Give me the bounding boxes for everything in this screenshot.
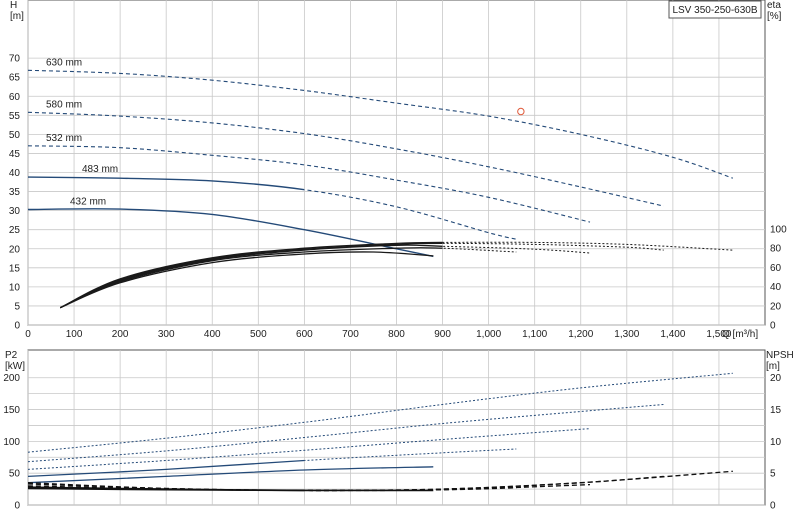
x-tick-label: 1,400 [660,329,685,340]
x-tick-label: 0 [25,329,31,340]
npsh-tick-label: 5 [770,469,776,480]
chart-title: LSV 350-250-630B [672,5,757,16]
eta-tick-label: 60 [770,263,782,274]
x-tick-label: 100 [66,329,83,340]
head-axis-title: [m] [10,11,24,22]
eta-tick-label: 20 [770,301,782,312]
npsh-axis-title: NPSH [766,350,794,361]
x-tick-label: 500 [250,329,267,340]
npsh-tick-label: 10 [770,437,782,448]
duty-point-marker [517,107,525,116]
x-tick-label: 800 [388,329,405,340]
x-tick-label: 700 [342,329,359,340]
head-tick-label: 65 [9,73,21,84]
head-tick-label: 0 [14,321,20,332]
axis-labels: 0 100 200 300 400 500 600 700 800 900 1,000 1,100 1,… [3,0,793,512]
power-tick-label: 200 [3,373,20,384]
head-tick-label: 35 [9,187,21,198]
efficiency-curve-dashed [442,242,664,251]
diameter-label: 432 mm [70,196,106,207]
diameter-label: 630 mm [46,57,82,68]
x-tick-label: 600 [296,329,313,340]
eta-axis-title: eta [767,0,781,11]
x-tick-label: 300 [158,329,175,340]
power-curve-dashed [28,428,591,470]
x-tick-label: 200 [112,329,129,340]
npsh-axis-title: [m] [766,361,780,372]
diameter-label: 580 mm [46,99,82,110]
eta-tick-label: 80 [770,244,782,255]
pump-curve-chart: 0 100 200 300 400 500 600 700 800 900 1,000 1,100 1,… [3,0,794,512]
head-tick-label: 20 [9,244,21,255]
head-tick-label: 50 [9,130,21,141]
eta-tick-label: 0 [770,321,776,332]
efficiency-curve-solid [59,242,443,309]
power-axis-title: [kW] [5,361,25,372]
x-tick-label: 1,300 [614,329,639,340]
title-box: LSV 350-250-630B [668,0,762,19]
head-tick-label: 55 [9,111,21,122]
power-curve-solid [27,466,434,484]
npsh-tick-label: 15 [770,405,782,416]
eta-tick-label: 100 [770,225,787,236]
power-tick-label: 100 [3,437,20,448]
power-tick-label: 50 [9,469,21,480]
head-curve-dashed [28,111,664,207]
power-tick-label: 0 [14,501,20,512]
head-tick-label: 70 [9,54,21,65]
eta-axis-title: [%] [767,11,782,22]
head-tick-label: 10 [9,282,21,293]
bottom-grid [27,349,766,506]
head-tick-label: 25 [9,225,21,236]
x-tick-label: 400 [204,329,221,340]
npsh-tick-label: 20 [770,373,782,384]
x-axis-label: Q [m³/h] [722,329,758,340]
eta-tick-label: 40 [770,282,782,293]
head-tick-label: 40 [9,168,21,179]
x-tick-label: 1,000 [476,329,501,340]
head-axis-title: H [10,0,17,11]
npsh-tick-label: 0 [770,501,776,512]
power-tick-label: 150 [3,405,20,416]
x-tick-label: 900 [434,329,451,340]
diameter-label: 483 mm [82,164,118,175]
head-tick-label: 45 [9,149,21,160]
x-tick-label: 1,200 [568,329,593,340]
power-curve-dashed [28,404,664,463]
head-tick-label: 15 [9,263,21,274]
head-tick-label: 60 [9,92,21,103]
x-tick-label: 1,100 [522,329,547,340]
diameter-label: 532 mm [46,133,82,144]
head-tick-label: 30 [9,206,21,217]
power-axis-title: P2 [5,350,18,361]
head-tick-label: 5 [14,301,20,312]
